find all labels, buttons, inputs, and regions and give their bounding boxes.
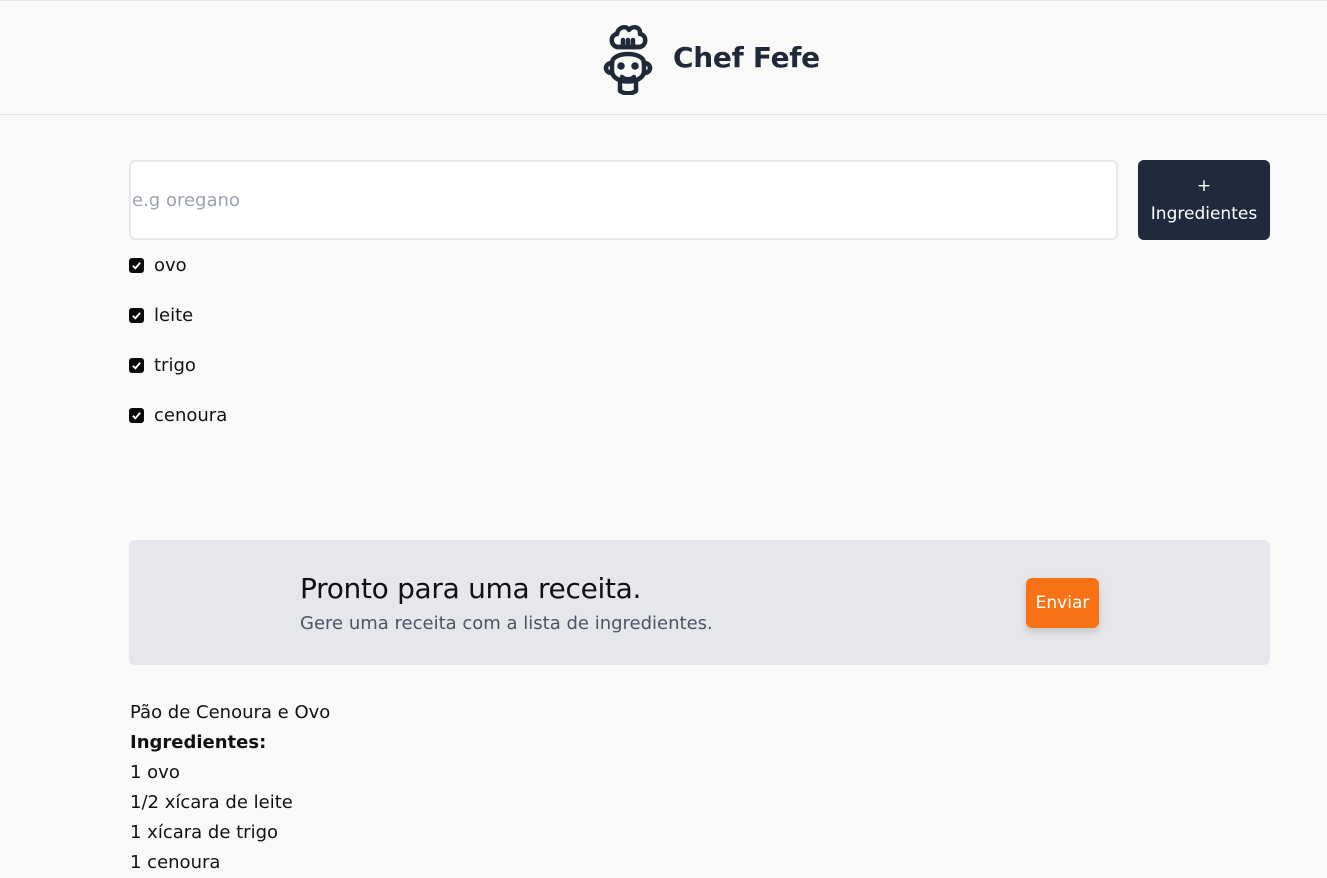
- list-item: ovo: [129, 253, 227, 303]
- recipe-output: Pão de Cenoura e Ovo Ingredientes: 1 ovo…: [130, 698, 330, 878]
- app-header: Chef Fefe: [0, 0, 1327, 115]
- ingredient-list: ovo leite trigo cenoura: [129, 253, 227, 453]
- list-item: trigo: [129, 353, 227, 403]
- ingredient-checkbox[interactable]: [129, 308, 144, 323]
- recipe-cta-panel: Pronto para uma receita. Gere uma receit…: [129, 540, 1270, 665]
- ingredient-checkbox[interactable]: [129, 258, 144, 273]
- ingredient-checkbox[interactable]: [129, 358, 144, 373]
- cta-title: Pronto para uma receita.: [300, 572, 642, 605]
- checkmark-icon: [132, 412, 141, 420]
- list-item: leite: [129, 303, 227, 353]
- chef-face-icon: [603, 24, 653, 95]
- recipe-ingredient-line: 1 ovo: [130, 762, 180, 783]
- send-button[interactable]: Enviar: [1026, 578, 1099, 628]
- recipe-ingredients-heading: Ingredientes:: [130, 732, 267, 753]
- plus-icon: +: [1196, 176, 1212, 196]
- add-ingredient-button[interactable]: + Ingredientes: [1138, 160, 1270, 240]
- ingredient-input[interactable]: [129, 160, 1118, 240]
- ingredient-label: cenoura: [154, 405, 228, 426]
- ingredient-label: trigo: [154, 355, 196, 376]
- checkmark-icon: [132, 362, 141, 370]
- recipe-ingredient-line: 1/2 xícara de leite: [130, 792, 293, 813]
- list-item: cenoura: [129, 403, 227, 453]
- recipe-ingredient-line: 1 xícara de trigo: [130, 822, 279, 843]
- add-ingredient-label: Ingredientes: [1150, 204, 1258, 224]
- recipe-ingredient-line: 1 cenoura: [130, 852, 221, 873]
- recipe-title: Pão de Cenoura e Ovo: [130, 702, 331, 723]
- ingredient-label: ovo: [154, 255, 187, 276]
- checkmark-icon: [132, 312, 141, 320]
- ingredient-label: leite: [154, 305, 194, 326]
- app-title: Chef Fefe: [673, 41, 820, 74]
- ingredient-checkbox[interactable]: [129, 408, 144, 423]
- checkmark-icon: [132, 262, 141, 270]
- cta-subtitle: Gere uma receita com a lista de ingredie…: [300, 613, 713, 634]
